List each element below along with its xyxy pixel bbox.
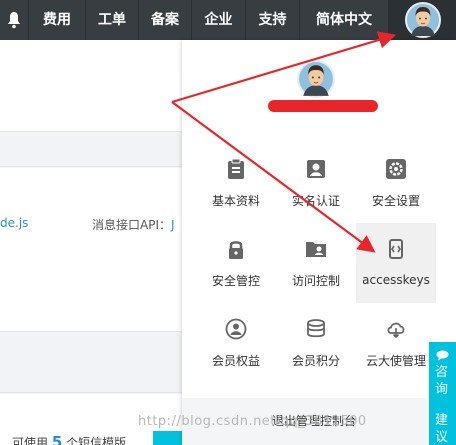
sms-template-availability: 可使用 5 个短信模版 <box>12 433 126 445</box>
cloud-ambassador-icon <box>387 322 405 339</box>
sdk-file-link[interactable]: de.js <box>0 216 28 230</box>
nav-billing[interactable]: 费用 <box>28 0 85 40</box>
chat-bubble-icon <box>436 350 449 361</box>
available-suffix: 个短信模版 <box>66 436 127 445</box>
menu-label: accesskeys <box>362 273 430 287</box>
gear-icon <box>386 159 406 179</box>
menu-accesskeys[interactable]: accesskeys <box>356 223 436 303</box>
profile-clipboard-icon <box>228 158 244 179</box>
api-label-text: 消息接口API： <box>92 218 171 232</box>
feedback-side-tab[interactable]: 咨询 建议 <box>429 342 456 445</box>
menu-label: 会员权益 <box>211 354 260 368</box>
user-dropdown-panel: 基本资料 实名认证 安全设置 安全管控 访问控制 accesskeys 会员权益… <box>182 40 456 445</box>
nav-icp-filing[interactable]: 备案 <box>138 0 191 40</box>
user-avatar <box>404 2 441 38</box>
panel-user-avatar <box>297 60 335 98</box>
id-card-icon <box>307 160 325 178</box>
api-link[interactable]: J <box>171 218 175 232</box>
top-navigation-bar: 费用 工单 备案 企业 支持 简体中文 <box>0 0 456 40</box>
nav-enterprise[interactable]: 企业 <box>191 0 245 40</box>
user-folder-icon <box>306 242 326 257</box>
menu-access-control[interactable]: 访问控制 <box>276 238 356 318</box>
menu-label: 访问控制 <box>291 274 340 288</box>
menu-security-control[interactable]: 安全管控 <box>196 238 276 318</box>
side-tab-consult: 咨询 <box>435 365 449 397</box>
username-redacted <box>268 100 378 112</box>
menu-member-benefits[interactable]: 会员权益 <box>196 318 276 398</box>
menu-label: 安全管控 <box>211 274 260 288</box>
add-button[interactable] <box>153 431 183 445</box>
nav-tickets[interactable]: 工单 <box>85 0 138 40</box>
user-avatar-button[interactable] <box>388 0 456 40</box>
nav-support[interactable]: 支持 <box>245 0 299 40</box>
menu-cloud-ambassador[interactable]: 云大使管理 <box>356 318 436 398</box>
lock-icon <box>229 241 243 259</box>
notification-button[interactable] <box>0 0 28 40</box>
menu-label: 实名认证 <box>291 194 340 208</box>
menu-label: 基本资料 <box>211 194 260 208</box>
nav-language[interactable]: 简体中文 <box>299 0 388 40</box>
section-header-band <box>0 133 182 167</box>
menu-real-name-auth[interactable]: 实名认证 <box>276 158 356 238</box>
side-tab-suggest: 建议 <box>435 413 449 445</box>
coins-icon <box>307 319 325 338</box>
watermark: http://blog.csdn.net/qq_3812500 <box>138 414 367 429</box>
menu-label: 云大使管理 <box>365 354 426 368</box>
menu-label: 安全设置 <box>371 194 420 208</box>
content-card: de.js 消息接口API：J <box>0 168 182 332</box>
menu-basic-profile[interactable]: 基本资料 <box>196 158 276 238</box>
bell-icon <box>8 12 20 29</box>
available-count: 5 <box>51 433 63 445</box>
section-band <box>0 333 182 393</box>
menu-member-points[interactable]: 会员积分 <box>276 318 356 398</box>
available-prefix: 可使用 <box>12 436 49 445</box>
menu-label: 会员积分 <box>291 354 340 368</box>
api-label: 消息接口API：J <box>92 216 175 233</box>
key-code-icon <box>389 239 403 259</box>
page-header-area <box>0 40 182 132</box>
member-icon <box>225 318 247 340</box>
